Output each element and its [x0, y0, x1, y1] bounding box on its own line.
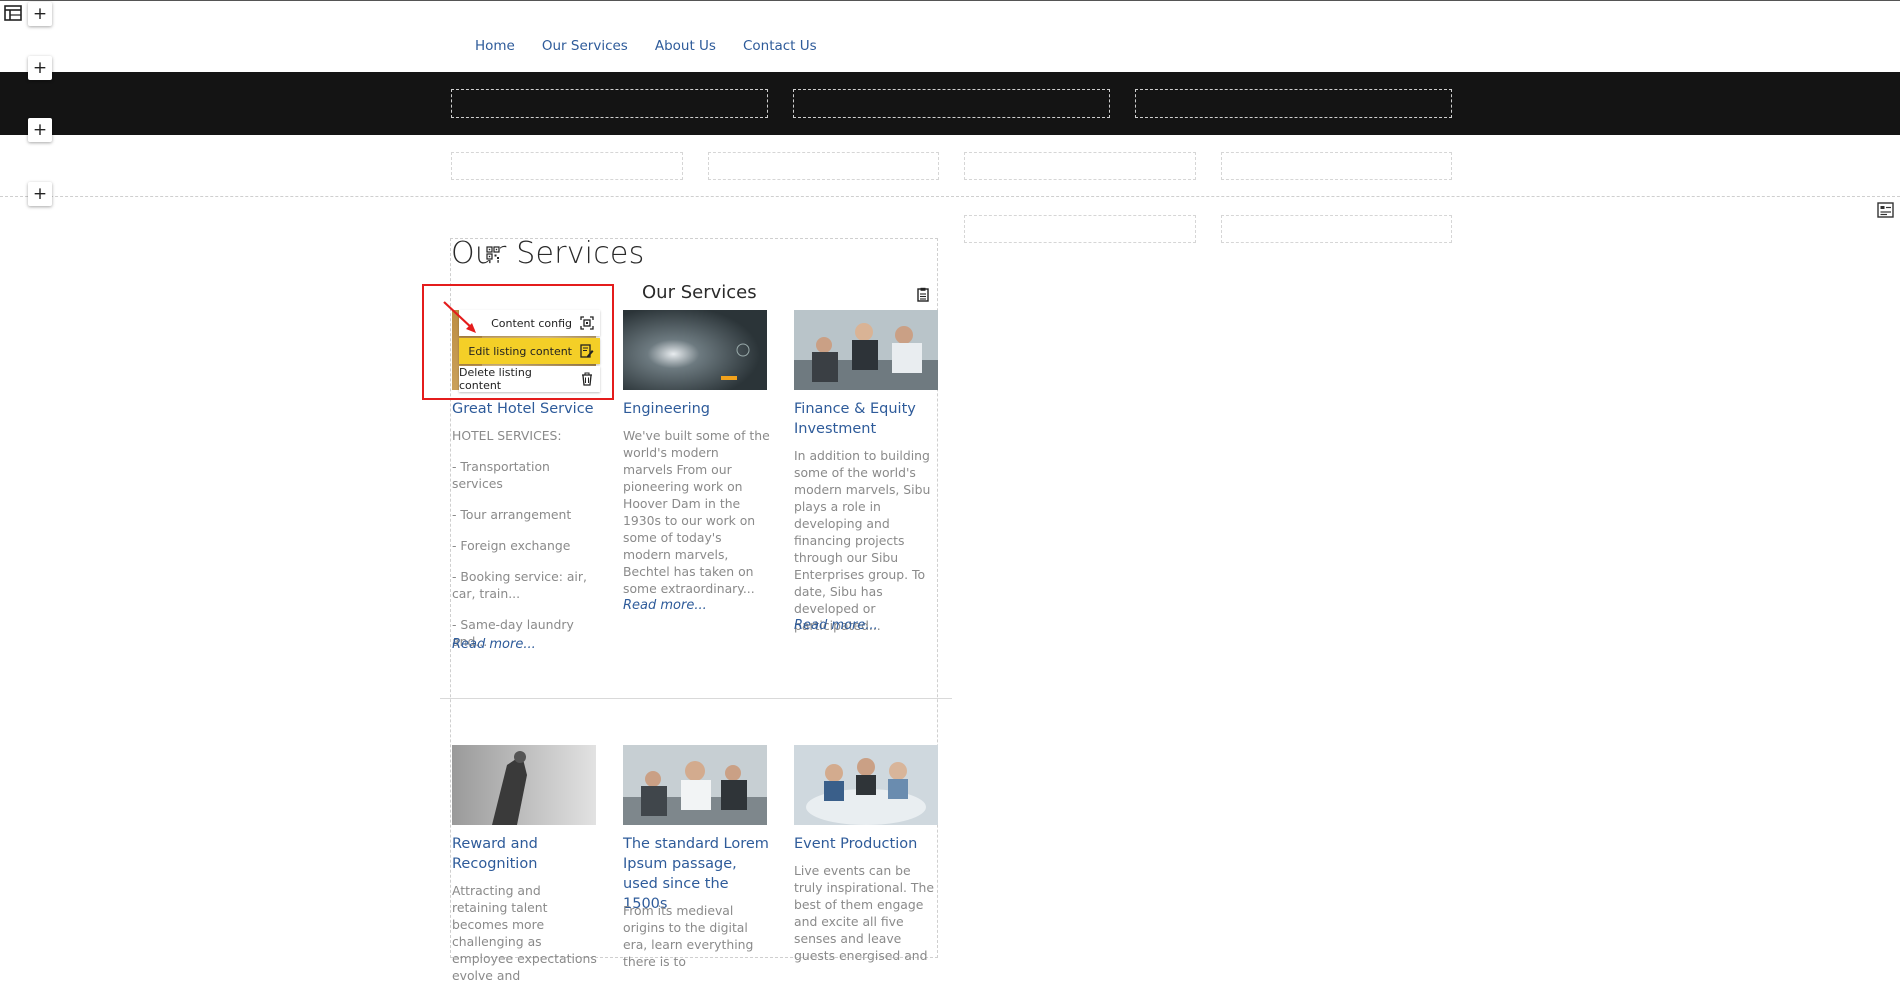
- card-text-line: - Foreign exchange: [452, 538, 571, 553]
- card-image-event[interactable]: [794, 745, 938, 825]
- menu-item-delete-listing[interactable]: Delete listing content: [459, 366, 600, 392]
- context-menu: Content config Edit listing content Dele…: [459, 310, 600, 394]
- card-text-line: We've built some of the world's modern m…: [623, 428, 770, 596]
- card-text-line: - Transportation services: [452, 459, 550, 491]
- card-description: From its medieval origins to the digital…: [623, 902, 771, 984]
- card-title[interactable]: Reward and Recognition: [452, 834, 602, 874]
- menu-item-edit-listing[interactable]: Edit listing content: [459, 338, 600, 364]
- section-divider: [0, 196, 1900, 197]
- pointer-arrow: [440, 300, 480, 345]
- row-divider: [440, 698, 952, 699]
- add-section-button[interactable]: +: [28, 2, 52, 26]
- edit-icon: [580, 344, 594, 358]
- card-description: HOTEL SERVICES: - Transportation service…: [452, 427, 600, 664]
- read-more-link[interactable]: Read more...: [623, 598, 707, 613]
- menu-item-label: Delete listing content: [459, 366, 532, 392]
- nav-contact-us[interactable]: Contact Us: [743, 38, 817, 54]
- card-text-line: In addition to building some of the worl…: [794, 448, 931, 633]
- add-section-button[interactable]: +: [28, 118, 52, 142]
- section-settings-icon[interactable]: [1877, 202, 1894, 218]
- card-title[interactable]: Event Production: [794, 834, 944, 854]
- module-title: Our Services: [451, 236, 645, 271]
- empty-block-placeholder[interactable]: [1221, 152, 1452, 180]
- read-more-link[interactable]: Read more...: [794, 618, 878, 633]
- card-text-line: - Tour arrangement: [452, 507, 572, 522]
- nav-home[interactable]: Home: [475, 38, 515, 54]
- top-border: [0, 0, 1900, 1]
- empty-block-placeholder[interactable]: [793, 89, 1110, 118]
- card-description: Attracting and retaining talent becomes …: [452, 882, 600, 998]
- empty-block-placeholder[interactable]: [451, 89, 768, 118]
- trash-icon: [580, 372, 594, 386]
- empty-block-placeholder[interactable]: [1135, 89, 1452, 118]
- card-description: We've built some of the world's modern m…: [623, 427, 771, 611]
- card-text-line: Attracting and retaining talent becomes …: [452, 883, 597, 983]
- card-image-lorem[interactable]: [623, 745, 767, 825]
- empty-block-placeholder[interactable]: [964, 152, 1196, 180]
- menu-item-label: Content config: [491, 316, 572, 330]
- empty-block-placeholder[interactable]: [964, 215, 1196, 243]
- module-config-icon[interactable]: [486, 246, 500, 260]
- empty-block-placeholder[interactable]: [708, 152, 939, 180]
- empty-block-placeholder[interactable]: [451, 152, 683, 180]
- card-image-reward[interactable]: [452, 745, 596, 825]
- empty-block-placeholder[interactable]: [1221, 215, 1452, 243]
- menu-item-label: Edit listing content: [468, 344, 572, 358]
- read-more-link[interactable]: Read more...: [452, 637, 536, 652]
- card-title[interactable]: Great Hotel Service: [452, 399, 602, 419]
- content-config-icon: [580, 316, 594, 330]
- nav-our-services[interactable]: Our Services: [542, 38, 628, 54]
- card-text-line: From its medieval origins to the digital…: [623, 903, 754, 969]
- main-nav: Home Our Services About Us Contact Us: [475, 38, 844, 54]
- layout-icon[interactable]: [4, 5, 22, 21]
- card-text-line: HOTEL SERVICES:: [452, 428, 562, 443]
- card-description: Live events can be truly inspirational. …: [794, 862, 942, 978]
- card-text-line: - Booking service: air, car, train...: [452, 569, 587, 601]
- clipboard-icon[interactable]: [917, 287, 929, 302]
- card-image-finance[interactable]: [794, 310, 938, 390]
- listing-title: Our Services: [642, 282, 757, 303]
- menu-item-content-config[interactable]: Content config: [459, 310, 600, 336]
- card-image-engineering[interactable]: [623, 310, 767, 390]
- add-section-button[interactable]: +: [28, 56, 52, 80]
- card-title[interactable]: Engineering: [623, 399, 773, 419]
- card-title[interactable]: Finance & Equity Investment: [794, 399, 944, 439]
- nav-about-us[interactable]: About Us: [655, 38, 716, 54]
- add-section-button[interactable]: +: [28, 182, 52, 206]
- card-text-line: Live events can be truly inspirational. …: [794, 863, 934, 963]
